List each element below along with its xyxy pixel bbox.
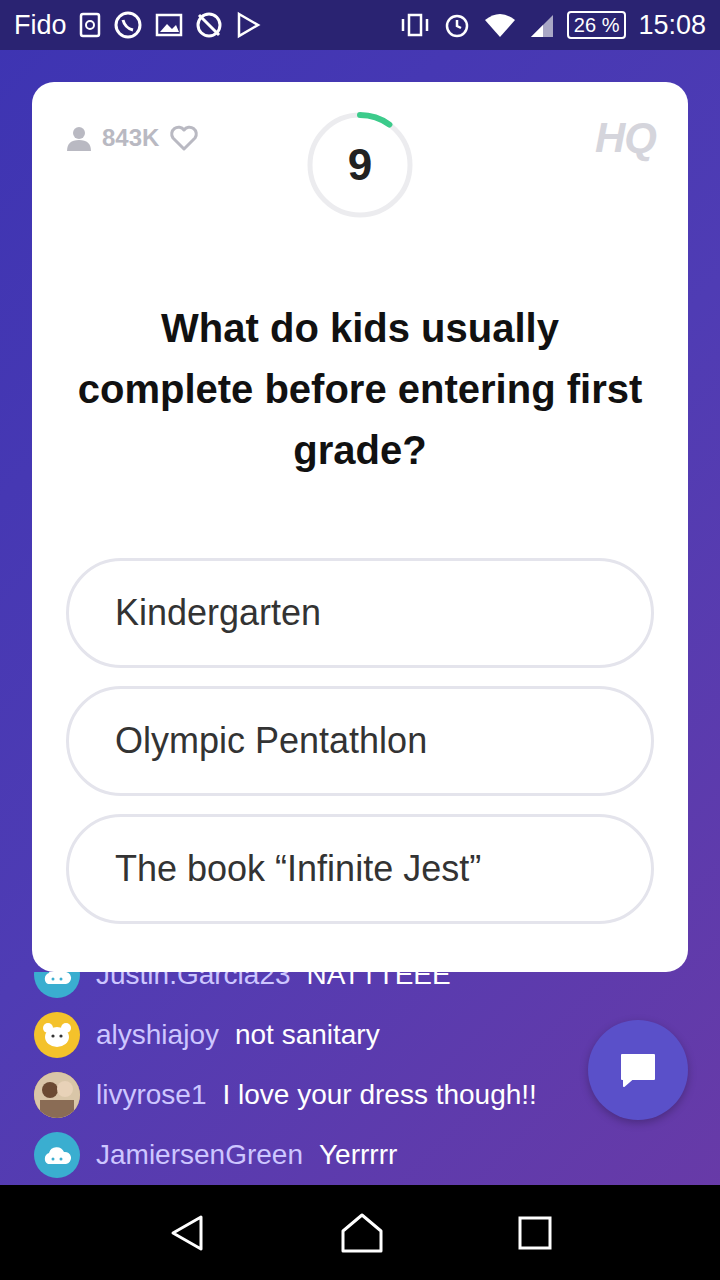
chat-button[interactable] bbox=[588, 1020, 688, 1120]
blocked-icon bbox=[195, 11, 223, 39]
status-left: Fido bbox=[14, 10, 261, 41]
whatsapp-icon bbox=[113, 10, 143, 40]
question-text: What do kids usually complete before ent… bbox=[66, 298, 654, 481]
recents-icon[interactable] bbox=[515, 1213, 555, 1253]
status-right: 26 % 15:08 bbox=[399, 10, 706, 41]
chat-text: not sanitary bbox=[235, 1019, 380, 1051]
answer-label: Olympic Pentathlon bbox=[115, 720, 427, 762]
speech-bubble-icon bbox=[618, 1051, 658, 1089]
avatar-icon bbox=[34, 1012, 80, 1058]
play-store-icon bbox=[235, 11, 261, 39]
chat-message: JamiersenGreen Yerrrrr bbox=[0, 1125, 720, 1185]
chat-username: JamiersenGreen bbox=[96, 1139, 303, 1171]
answer-label: The book “Infinite Jest” bbox=[115, 848, 481, 890]
navigation-bar bbox=[0, 1185, 720, 1280]
wifi-icon bbox=[483, 11, 517, 39]
home-icon[interactable] bbox=[339, 1211, 385, 1255]
hq-logo: HQ bbox=[595, 114, 656, 162]
timer-value: 9 bbox=[305, 110, 415, 220]
carrier: Fido bbox=[14, 10, 67, 41]
avatar-icon bbox=[34, 972, 80, 998]
question-card: 843K 9 HQ What do kids usually complete bef… bbox=[32, 82, 688, 972]
vibrate-icon bbox=[399, 12, 431, 38]
chat-text: I love your dress though!! bbox=[222, 1079, 536, 1111]
answer-option[interactable]: The book “Infinite Jest” bbox=[66, 814, 654, 924]
avatar-photo bbox=[34, 1072, 80, 1118]
signal-icon bbox=[529, 11, 555, 39]
alarm-icon bbox=[443, 11, 471, 39]
answer-options: Kindergarten Olympic Pentathlon The book “… bbox=[66, 558, 654, 924]
countdown-timer: 9 bbox=[305, 110, 415, 220]
answer-label: Kindergarten bbox=[115, 592, 321, 634]
answer-option[interactable]: Kindergarten bbox=[66, 558, 654, 668]
battery-level: 26 % bbox=[567, 11, 627, 39]
viewers: 843K bbox=[102, 124, 159, 152]
notification-icon bbox=[79, 12, 101, 38]
main-area: 843K 9 HQ What do kids usually complete bef… bbox=[0, 50, 720, 972]
heart-icon bbox=[169, 124, 199, 152]
chat-username: livyrose1 bbox=[96, 1079, 206, 1111]
chat-text: NATTTEEE bbox=[307, 972, 451, 991]
status-bar: Fido 26 % 15:08 bbox=[0, 0, 720, 50]
back-icon[interactable] bbox=[165, 1211, 209, 1255]
clock: 15:08 bbox=[638, 10, 706, 41]
person-icon bbox=[66, 125, 92, 151]
answer-option[interactable]: Olympic Pentathlon bbox=[66, 686, 654, 796]
viewer-count: 843K bbox=[66, 124, 305, 152]
chat-username: alyshiajoy bbox=[96, 1019, 219, 1051]
gallery-icon bbox=[155, 13, 183, 37]
chat-text: Yerrrrr bbox=[319, 1139, 397, 1171]
chat-message: Justin.Garcia23 NATTTEEE bbox=[0, 972, 720, 1005]
chat-username: Justin.Garcia23 bbox=[96, 972, 291, 991]
card-header: 843K 9 HQ bbox=[66, 110, 654, 220]
avatar-icon bbox=[34, 1132, 80, 1178]
